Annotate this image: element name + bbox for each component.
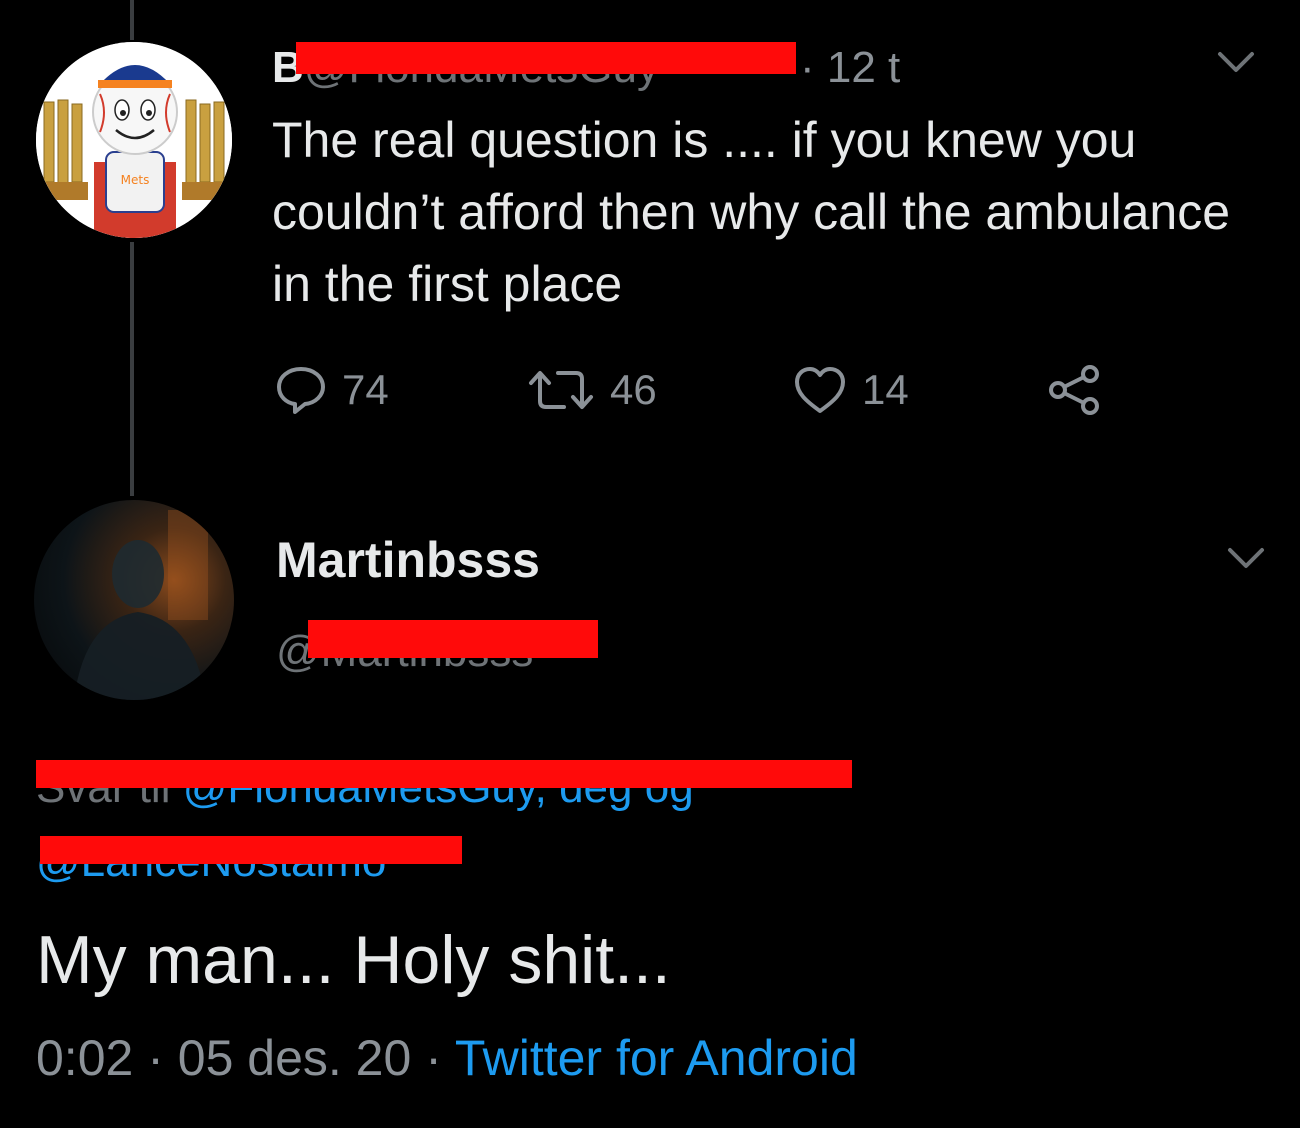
reply-bubble-icon <box>274 363 328 417</box>
redaction-bar-author <box>296 42 796 74</box>
redaction-bar-replying-1 <box>36 760 852 788</box>
reply-button[interactable]: 74 <box>274 360 389 420</box>
chevron-down-icon[interactable] <box>1226 544 1266 574</box>
reply-text: My man... Holy shit... <box>36 922 671 998</box>
svg-text:Mets: Mets <box>121 173 150 187</box>
heart-icon <box>792 363 848 417</box>
share-button[interactable] <box>1044 360 1104 420</box>
redaction-bar-replying-2 <box>40 836 462 864</box>
reply-date[interactable]: 05 des. 20 <box>178 1030 412 1086</box>
mascot-avatar-image: Mets <box>36 42 232 238</box>
reply-source-link[interactable]: Twitter for Android <box>455 1030 858 1086</box>
like-count: 14 <box>862 366 909 413</box>
thread-line-top <box>130 0 134 40</box>
tweet-timestamp[interactable]: · 12 t <box>800 38 900 98</box>
tweet-text: The real question is .... if you knew yo… <box>272 112 1231 312</box>
retweet-icon <box>526 363 596 417</box>
retweet-count: 46 <box>610 366 657 413</box>
retweet-button[interactable]: 46 <box>526 360 657 420</box>
meta-separator: · <box>411 1030 455 1086</box>
chevron-down-icon[interactable] <box>1216 48 1256 78</box>
share-icon <box>1044 362 1104 418</box>
reply-meta: 0:02 · 05 des. 20 · Twitter for Android <box>36 1026 858 1090</box>
like-button[interactable]: 14 <box>792 360 909 420</box>
replier-name[interactable]: Martinbsss <box>276 528 540 592</box>
meta-separator: · <box>133 1030 178 1086</box>
reply-count: 74 <box>342 366 389 413</box>
author-avatar[interactable]: Mets <box>36 42 232 238</box>
reply-time[interactable]: 0:02 <box>36 1030 133 1086</box>
redaction-bar-replier-handle <box>308 620 598 658</box>
replier-avatar[interactable] <box>34 500 234 700</box>
replier-avatar-image <box>74 510 208 700</box>
thread-line-bottom <box>130 242 134 496</box>
